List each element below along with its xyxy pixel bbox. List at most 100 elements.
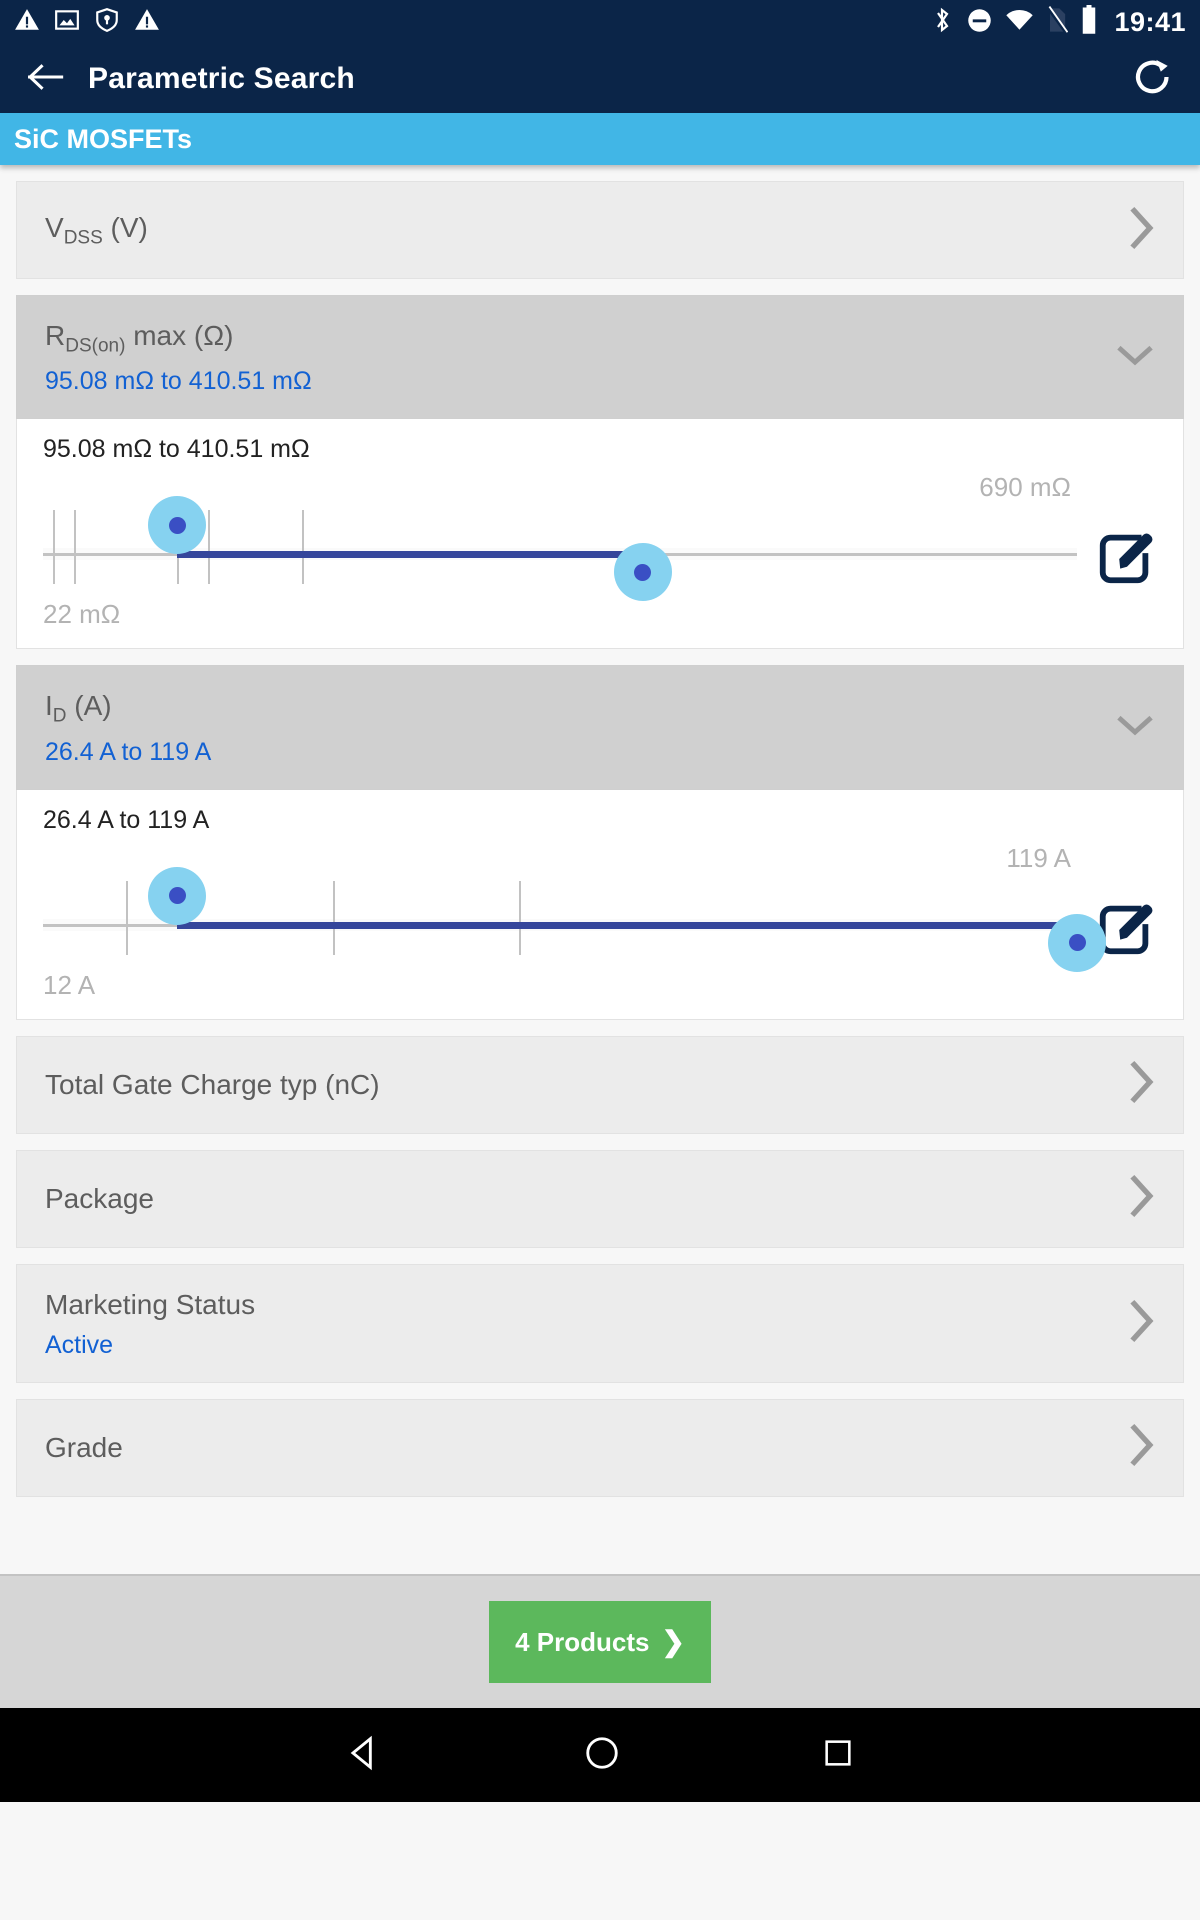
filter-row-package-label: Package [45, 1183, 154, 1215]
filter-row-qg-label: Total Gate Charge typ (nC) [45, 1069, 380, 1101]
id-tick [125, 880, 128, 955]
label-main: R [45, 320, 66, 351]
chevron-down-icon[interactable] [1115, 712, 1155, 743]
rdson-slider[interactable]: 690 mΩ 22 mΩ [43, 464, 1077, 634]
id-slider-thumb-low[interactable] [148, 866, 207, 925]
warning-triangle-icon [14, 7, 40, 38]
rdson-slider-area: 690 mΩ 22 mΩ [43, 464, 1157, 634]
filter-row-id[interactable]: ID (A) 26.4 A to 119 A [16, 665, 1184, 790]
vpn-key-shield-icon [94, 7, 120, 38]
rdson-tick [74, 510, 77, 585]
filter-row-marketing-status-texts: Marketing Status Active [45, 1287, 1129, 1360]
page-title: Parametric Search [88, 62, 355, 95]
do-not-disturb-icon [966, 7, 993, 39]
id-slider-max-label: 119 A [1006, 842, 1071, 873]
filter-row-vdss-texts: VDSS (V) [45, 210, 1129, 250]
filter-panel-rdson: 95.08 mΩ to 410.51 mΩ 690 mΩ 22 mΩ [16, 419, 1184, 650]
filter-card-qg: Total Gate Charge typ (nC) [16, 1035, 1184, 1134]
rdson-slider-min-label: 22 mΩ [43, 599, 121, 630]
filter-row-id-value: 26.4 A to 119 A [45, 737, 212, 766]
edit-pencil-icon[interactable] [1095, 526, 1157, 593]
filter-row-grade[interactable]: Grade [16, 1398, 1184, 1497]
filter-row-grade-texts: Grade [45, 1430, 1129, 1465]
warning-triangle-icon [134, 7, 160, 38]
category-title: SiC MOSFETs [14, 123, 193, 154]
filter-row-qg-texts: Total Gate Charge typ (nC) [45, 1067, 1129, 1102]
label-main: I [45, 690, 53, 722]
filter-row-id-label: ID (A) [45, 688, 1115, 728]
rdson-tick [53, 510, 56, 585]
label-sub: D [52, 705, 67, 727]
rdson-tick [208, 510, 211, 585]
label-sub: DS(on) [65, 335, 126, 357]
app-bar: Parametric Search [0, 45, 1200, 113]
rdson-slider-thumb-low[interactable] [148, 496, 207, 555]
edit-pencil-icon[interactable] [1095, 897, 1157, 964]
filter-row-rdson-label: RDS(on) max (Ω) [45, 318, 1115, 358]
filter-row-marketing-status-label: Marketing Status [45, 1288, 256, 1320]
status-bar: 19:41 [0, 0, 1200, 45]
chevron-right-icon[interactable] [1129, 1174, 1155, 1223]
label-tail: (V) [102, 211, 148, 243]
status-bar-clock: 19:41 [1114, 7, 1186, 37]
no-sim-icon [1046, 6, 1069, 39]
rdson-track [43, 496, 1077, 602]
chevron-right-icon: ❯ [661, 1626, 685, 1657]
id-track [43, 866, 1106, 972]
filter-row-grade-label: Grade [45, 1432, 123, 1464]
refresh-icon[interactable] [1132, 56, 1174, 103]
products-button-label: 4 Products [515, 1626, 650, 1657]
back-arrow-icon[interactable] [26, 62, 64, 97]
filter-card-grade: Grade [16, 1398, 1184, 1497]
filter-row-vdss-label: VDSS (V) [45, 210, 1129, 250]
chevron-right-icon[interactable] [1129, 206, 1155, 255]
status-bar-left-icons [14, 7, 160, 38]
id-slider-thumb-high[interactable] [1048, 913, 1106, 972]
id-slider[interactable]: 119 A 12 A [43, 835, 1106, 1005]
label-sub: DSS [63, 227, 103, 249]
category-header: SiC MOSFETs [0, 113, 1200, 165]
id-tick [518, 880, 521, 955]
filter-row-package-texts: Package [45, 1181, 1129, 1216]
id-slider-min-label: 12 A [43, 969, 96, 1000]
filter-row-total-gate-charge[interactable]: Total Gate Charge typ (nC) [16, 1035, 1184, 1134]
nav-home-icon[interactable] [583, 1734, 621, 1777]
label-tail: max (Ω) [125, 320, 234, 351]
wifi-icon [1005, 8, 1034, 37]
filter-card-id: ID (A) 26.4 A to 119 A 26.4 A to 119 A 1… [16, 665, 1184, 1020]
id-range-text: 26.4 A to 119 A [43, 805, 210, 834]
id-slider-area: 119 A 12 A [43, 835, 1157, 1005]
filter-row-marketing-status[interactable]: Marketing Status Active [16, 1263, 1184, 1383]
filter-row-rdson-texts: RDS(on) max (Ω) 95.08 mΩ to 410.51 mΩ [45, 318, 1115, 396]
bluetooth-icon [930, 6, 954, 39]
screenshot-image-icon [54, 7, 80, 38]
filter-card-marketing-status: Marketing Status Active [16, 1263, 1184, 1383]
products-button[interactable]: 4 Products ❯ [489, 1601, 711, 1683]
chevron-down-icon[interactable] [1115, 342, 1155, 373]
rdson-slider-thumb-high[interactable] [613, 543, 672, 602]
id-active-range [177, 921, 1077, 929]
filter-row-rdson-value: 95.08 mΩ to 410.51 mΩ [45, 367, 312, 396]
nav-recents-icon[interactable] [821, 1736, 855, 1775]
rdson-range-text: 95.08 mΩ to 410.51 mΩ [43, 435, 310, 464]
nav-back-icon[interactable] [345, 1734, 383, 1777]
filter-row-id-texts: ID (A) 26.4 A to 119 A [45, 688, 1115, 766]
filter-row-marketing-status-value: Active [45, 1330, 114, 1359]
rdson-active-range [177, 551, 643, 559]
filter-row-package[interactable]: Package [16, 1149, 1184, 1248]
chevron-right-icon[interactable] [1129, 1423, 1155, 1472]
status-bar-right-icons: 19:41 [930, 5, 1186, 40]
filter-list: VDSS (V) RDS(on) max (Ω) 95.08 mΩ to 410… [0, 165, 1200, 1574]
chevron-right-icon[interactable] [1129, 1060, 1155, 1109]
chevron-right-icon[interactable] [1129, 1299, 1155, 1348]
filter-row-rdson[interactable]: RDS(on) max (Ω) 95.08 mΩ to 410.51 mΩ [16, 295, 1184, 420]
label-main: V [45, 211, 64, 243]
filter-panel-id: 26.4 A to 119 A 119 A 12 A [16, 789, 1184, 1020]
android-nav-bar [0, 1708, 1200, 1802]
filter-row-vdss[interactable]: VDSS (V) [16, 181, 1184, 279]
id-tick [332, 880, 335, 955]
filter-card-package: Package [16, 1149, 1184, 1248]
footer-bar: 4 Products ❯ [0, 1574, 1200, 1708]
label-tail: (A) [66, 690, 112, 722]
rdson-tick [301, 510, 304, 585]
